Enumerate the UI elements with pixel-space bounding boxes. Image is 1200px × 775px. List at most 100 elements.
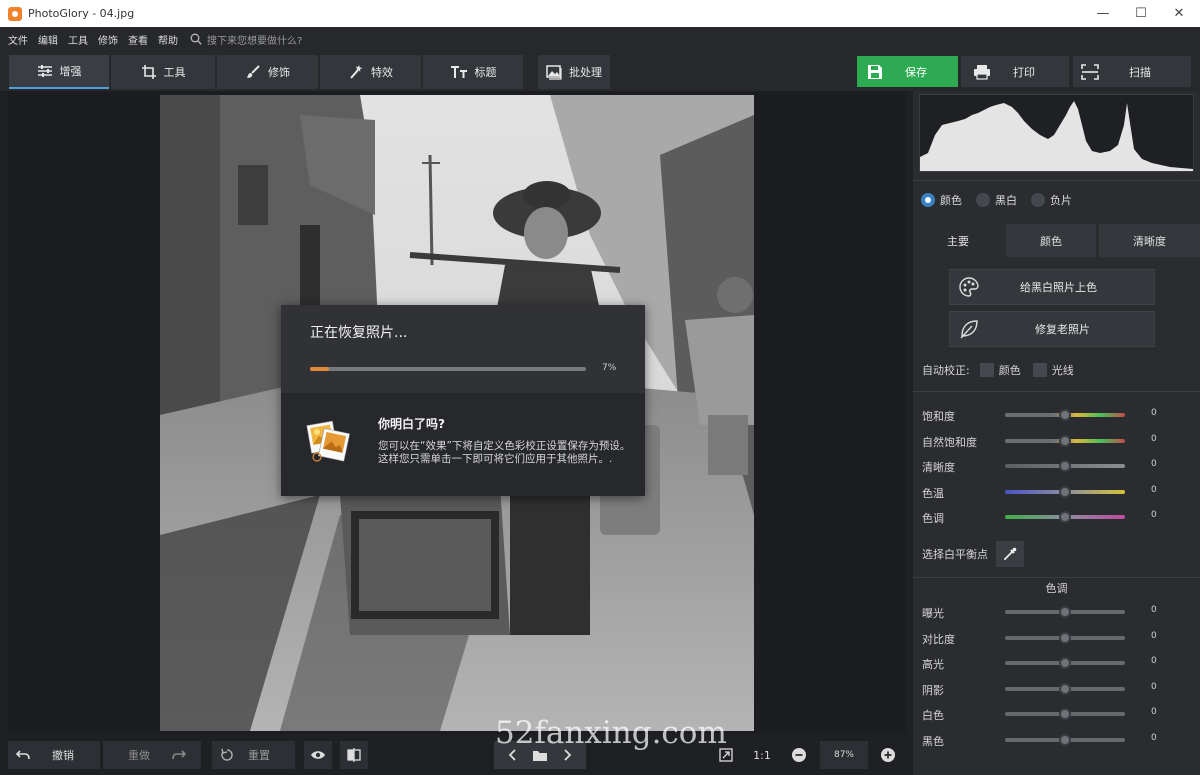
slider-handle[interactable] bbox=[1059, 460, 1071, 472]
slider-handle[interactable] bbox=[1059, 682, 1071, 695]
white-balance-label: 选择白平衡点 bbox=[922, 548, 988, 561]
brush-icon bbox=[247, 65, 260, 78]
colorize-label: 给黑白照片上色 bbox=[1020, 281, 1097, 294]
menu-retouch[interactable]: 修饰 bbox=[98, 32, 118, 47]
tab-tools[interactable]: 工具 bbox=[111, 55, 215, 89]
panel-tabs: 主要 颜色 清晰度 bbox=[913, 224, 1200, 257]
radio-negative[interactable] bbox=[1031, 193, 1045, 207]
save-button[interactable]: 保存 bbox=[857, 56, 958, 87]
colorize-button[interactable]: 给黑白照片上色 bbox=[949, 269, 1155, 305]
bottom-bar: 撤销 重做 重置 1:1 87% bbox=[8, 734, 906, 775]
slider-value: 0 bbox=[1151, 484, 1157, 495]
magic-wand-icon bbox=[350, 65, 363, 79]
compare-icon bbox=[347, 748, 361, 762]
tab-retouch[interactable]: 修饰 bbox=[217, 55, 318, 89]
close-button[interactable]: ✕ bbox=[1156, 0, 1200, 27]
reset-icon bbox=[221, 748, 233, 761]
slider-value: 0 bbox=[1151, 510, 1157, 520]
auto-light-checkbox[interactable] bbox=[1032, 363, 1047, 377]
leaf-icon bbox=[960, 320, 978, 339]
menu-file[interactable]: 文件 bbox=[8, 32, 28, 47]
menu-tools[interactable]: 工具 bbox=[68, 32, 88, 47]
slider-value: 0 bbox=[1151, 707, 1157, 717]
radio-negative-label: 负片 bbox=[1050, 194, 1072, 207]
slider-handle[interactable] bbox=[1059, 631, 1071, 644]
print-button[interactable]: 打印 bbox=[961, 56, 1069, 87]
tab-effects-label: 特效 bbox=[371, 66, 393, 79]
text-icon bbox=[450, 66, 467, 78]
progress-fill bbox=[310, 367, 330, 371]
compare-button[interactable] bbox=[340, 741, 368, 769]
slider-label: 阴影 bbox=[922, 683, 944, 697]
slider-label: 黑色 bbox=[922, 734, 944, 748]
tip-title: 你明白了吗? bbox=[378, 417, 445, 431]
tab-main[interactable]: 主要 bbox=[913, 224, 1003, 257]
tip-body: 您可以在“效果”下将自定义色彩校正设置保存为预设。这样您只需单击一下即可将它们应… bbox=[378, 440, 631, 465]
app-icon bbox=[8, 6, 22, 21]
white-balance-row: 选择白平衡点 bbox=[922, 541, 1024, 567]
slider-handle[interactable] bbox=[1059, 657, 1071, 669]
slider-handle[interactable] bbox=[1059, 434, 1071, 447]
minus-circle-icon bbox=[792, 748, 806, 762]
slider-value: 0 bbox=[1151, 408, 1157, 418]
tab-retouch-label: 修饰 bbox=[268, 66, 290, 79]
slider-label: 高光 bbox=[922, 658, 944, 671]
search-placeholder: 搜下来您想要做什么? bbox=[207, 35, 303, 47]
slider-row: 高光 0 bbox=[922, 656, 1192, 671]
slider-row: 饱和度 0 bbox=[922, 408, 1192, 423]
eyedropper-button[interactable] bbox=[996, 541, 1024, 567]
palette-icon bbox=[959, 277, 979, 297]
slider-value: 0 bbox=[1151, 630, 1157, 641]
slider-handle[interactable] bbox=[1059, 708, 1071, 720]
slider-handle[interactable] bbox=[1059, 511, 1071, 523]
radio-color[interactable] bbox=[921, 193, 935, 207]
menu-help[interactable]: 帮助 bbox=[158, 32, 178, 47]
slider-row: 白色 0 bbox=[922, 707, 1192, 722]
slider-label: 白色 bbox=[922, 709, 944, 722]
slider-row: 黑色 0 bbox=[922, 733, 1192, 748]
batch-label: 批处理 bbox=[569, 66, 602, 79]
menu-view[interactable]: 查看 bbox=[128, 32, 148, 47]
slider-handle[interactable] bbox=[1059, 606, 1071, 618]
progress-dialog: 正在恢复照片... 7% 你明白了吗? 您可以在“效果”下将自定义色彩校正设置保… bbox=[281, 305, 645, 496]
menu-bar: 文件 编辑 工具 修饰 查看 帮助 搜下来您想要做什么? bbox=[0, 27, 1200, 51]
reset-label: 重置 bbox=[248, 749, 270, 762]
printer-icon bbox=[974, 64, 990, 80]
tab-titles[interactable]: 标题 bbox=[423, 55, 523, 89]
tab-enhance[interactable]: 增强 bbox=[9, 55, 109, 89]
tab-tools-label: 工具 bbox=[163, 66, 186, 79]
eyedropper-icon bbox=[1004, 547, 1017, 560]
slider-handle[interactable] bbox=[1059, 733, 1071, 746]
slider-value: 0 bbox=[1151, 605, 1157, 615]
color-mode-group: 颜色 黑白 负片 bbox=[921, 192, 1086, 208]
radio-bw[interactable] bbox=[976, 193, 990, 207]
slider-handle[interactable] bbox=[1059, 409, 1071, 421]
auto-color-checkbox[interactable] bbox=[979, 363, 994, 377]
tab-effects[interactable]: 特效 bbox=[320, 55, 421, 89]
reset-button[interactable]: 重置 bbox=[212, 741, 295, 769]
zoom-in-button[interactable] bbox=[875, 741, 901, 769]
undo-button[interactable]: 撤销 bbox=[8, 741, 100, 769]
restore-button[interactable]: 修复老照片 bbox=[949, 311, 1155, 347]
watermark: 52fanxing.com bbox=[495, 715, 727, 751]
divider bbox=[913, 577, 1200, 578]
zoom-1to1-button[interactable]: 1:1 bbox=[748, 741, 776, 769]
search-input[interactable]: 搜下来您想要做什么? bbox=[190, 32, 302, 47]
redo-button[interactable]: 重做 bbox=[103, 741, 201, 769]
slider-handle[interactable] bbox=[1059, 485, 1071, 498]
preview-toggle-button[interactable] bbox=[304, 741, 332, 769]
tab-color[interactable]: 颜色 bbox=[1006, 224, 1096, 257]
scan-button[interactable]: 扫描 bbox=[1073, 56, 1191, 87]
divider bbox=[913, 180, 1200, 181]
undo-icon bbox=[16, 750, 30, 760]
images-icon bbox=[546, 64, 562, 80]
auto-light-label: 光线 bbox=[1051, 364, 1074, 377]
zoom-out-button[interactable] bbox=[786, 741, 812, 769]
batch-button[interactable]: 批处理 bbox=[538, 55, 610, 89]
tab-clarity[interactable]: 清晰度 bbox=[1099, 224, 1200, 257]
histogram-graph bbox=[920, 101, 1193, 171]
zoom-level[interactable]: 87% bbox=[820, 741, 868, 769]
photos-icon bbox=[306, 420, 351, 462]
menu-edit[interactable]: 编辑 bbox=[38, 32, 58, 47]
scan-label: 扫描 bbox=[1129, 65, 1151, 79]
